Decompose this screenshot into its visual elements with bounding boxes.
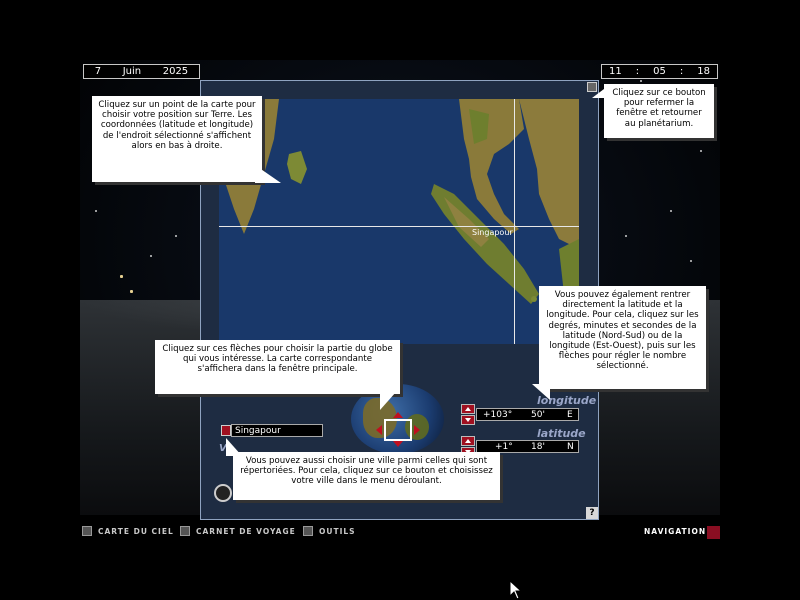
date-day[interactable]: 7: [95, 66, 101, 77]
time-minutes[interactable]: 05: [653, 66, 666, 77]
nav-label: CARNET DE VOYAGE: [196, 526, 296, 536]
callout-globe-text: Cliquez sur ces flèches pour choisir la …: [162, 344, 393, 375]
time-display[interactable]: 11 : 05 : 18: [601, 64, 718, 79]
callout-city-tail: [226, 438, 242, 456]
callout-coords: Vous pouvez également rentrer directemen…: [539, 286, 706, 389]
callout-city-text: Vous pouvez aussi choisir une ville parm…: [240, 456, 493, 487]
callout-globe: Cliquez sur ces flèches pour choisir la …: [155, 340, 400, 394]
longitude-minutes[interactable]: 50': [531, 409, 545, 422]
callout-city: Vous pouvez aussi choisir une ville parm…: [233, 452, 500, 500]
date-year[interactable]: 2025: [163, 66, 188, 77]
world-map[interactable]: Singapour: [219, 99, 579, 344]
nav-navigation-label[interactable]: NAVIGATION: [644, 526, 706, 538]
time-seconds[interactable]: 18: [697, 66, 710, 77]
mouse-cursor-icon: [510, 581, 522, 600]
longitude-hemisphere[interactable]: E: [567, 409, 573, 422]
callout-map-text: Cliquez sur un point de la carte pour ch…: [98, 100, 256, 151]
nav-label: CARTE DU CIEL: [98, 526, 174, 536]
callout-globe-tail: [380, 392, 396, 410]
latitude-hemisphere[interactable]: N: [567, 441, 574, 454]
callout-close: Cliquez sur ce bouton pour refermer la f…: [604, 84, 714, 138]
longitude-degrees[interactable]: +103°: [483, 409, 512, 422]
globe-arrow-right-icon[interactable]: [414, 425, 420, 435]
nav-carte-du-ciel[interactable]: CARTE DU CIEL: [82, 526, 174, 536]
date-month[interactable]: Juin: [123, 66, 141, 77]
time-hours[interactable]: 11: [609, 66, 622, 77]
latitude-minutes[interactable]: 18': [531, 441, 545, 454]
callout-map-tail: [255, 165, 281, 183]
callout-close-tail: [592, 86, 608, 98]
globe-arrow-up-icon[interactable]: [393, 412, 403, 418]
city-select[interactable]: Singapour: [231, 424, 323, 437]
nav-square-icon: [180, 526, 190, 536]
globe-arrow-down-icon[interactable]: [393, 441, 403, 447]
longitude-crosshair: [514, 99, 515, 344]
latitude-label: latitude: [537, 427, 586, 440]
city-dropdown-button[interactable]: [221, 425, 231, 436]
nav-outils[interactable]: OUTILS: [303, 526, 356, 536]
longitude-field[interactable]: +103° 50' E: [476, 408, 579, 421]
callout-close-text: Cliquez sur ce bouton pour refermer la f…: [612, 88, 706, 129]
help-button[interactable]: ?: [586, 507, 598, 519]
nav-square-icon: [82, 526, 92, 536]
map-city-label: Singapour: [472, 228, 513, 237]
globe-arrow-left-icon[interactable]: [376, 425, 382, 435]
globe-selection-frame: [384, 419, 412, 441]
nav-carnet-de-voyage[interactable]: CARNET DE VOYAGE: [180, 526, 296, 536]
callout-coords-tail: [532, 384, 550, 400]
latitude-up-arrow-icon[interactable]: [461, 436, 475, 446]
date-display[interactable]: 7 Juin 2025: [83, 64, 200, 79]
return-round-button[interactable]: [214, 484, 232, 502]
nav-square-icon: [303, 526, 313, 536]
nav-label: OUTILS: [319, 526, 356, 536]
longitude-down-arrow-icon[interactable]: [461, 415, 475, 425]
callout-map: Cliquez sur un point de la carte pour ch…: [92, 96, 262, 182]
latitude-crosshair: [219, 226, 579, 227]
longitude-up-arrow-icon[interactable]: [461, 404, 475, 414]
map-landmass: [219, 99, 579, 304]
callout-coords-text: Vous pouvez également rentrer directemen…: [546, 290, 699, 372]
nav-navigation-indicator[interactable]: [707, 526, 720, 539]
